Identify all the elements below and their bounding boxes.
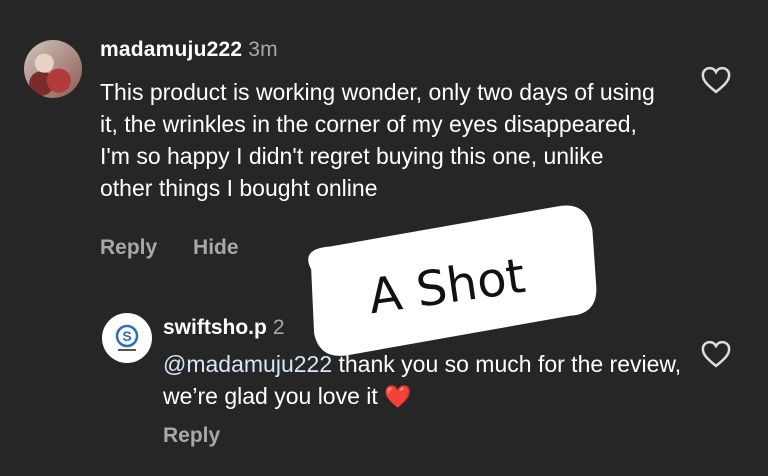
reply-text: @madamuju222 thank you so much for the r… bbox=[163, 348, 683, 413]
comment-username[interactable]: madamuju222 3m bbox=[100, 38, 278, 62]
reply-reply-button[interactable]: Reply bbox=[163, 424, 220, 448]
watermark-sticker: A Shot bbox=[308, 205, 597, 356]
avatar[interactable] bbox=[24, 40, 82, 98]
hide-button[interactable]: Hide bbox=[193, 236, 239, 260]
reply-username-text[interactable]: swiftsho.p bbox=[163, 316, 267, 339]
reply-username[interactable]: swiftsho.p 2 bbox=[163, 316, 285, 340]
comment-text: This product is working wonder, only two… bbox=[100, 79, 655, 201]
comment-actions: Reply Hide bbox=[100, 236, 269, 260]
heart-outline-icon[interactable] bbox=[701, 340, 731, 368]
reply-avatar[interactable]: S bbox=[102, 313, 152, 363]
reply-actions: Reply bbox=[163, 424, 250, 448]
reply-time: 2 bbox=[272, 316, 285, 339]
reply-button[interactable]: Reply bbox=[100, 236, 157, 260]
svg-text:S: S bbox=[122, 328, 131, 344]
username-text[interactable]: madamuju222 bbox=[100, 38, 242, 61]
brand-logo-icon: S bbox=[115, 324, 139, 351]
red-heart-emoji: ❤️ bbox=[384, 384, 412, 409]
comment-time: 3m bbox=[248, 38, 278, 61]
heart-outline-icon[interactable] bbox=[701, 66, 731, 94]
